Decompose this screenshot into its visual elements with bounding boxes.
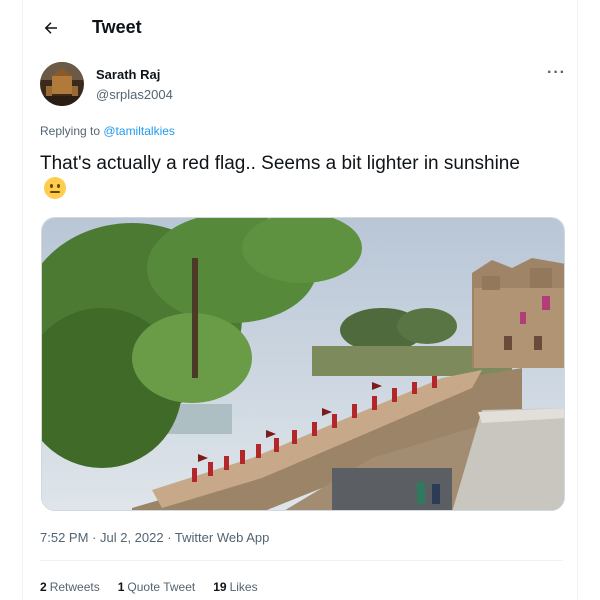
retweets-stat[interactable]: 2 Retweets (40, 580, 100, 594)
tweet-date[interactable]: Jul 2, 2022 (100, 530, 164, 545)
author-handle[interactable]: @srplas2004 (96, 87, 173, 102)
retweets-count: 2 (40, 580, 47, 594)
tweet-page: Tweet Sarath Raj @srplas2004 ··· Replyin… (22, 0, 578, 600)
engagement-stats: 2 Retweets 1 Quote Tweet 19 Likes (40, 580, 258, 594)
author-name[interactable]: Sarath Raj (96, 67, 160, 82)
meta-separator: · (163, 530, 175, 545)
tweet-media-photo[interactable] (41, 217, 565, 511)
replying-to-handle-link[interactable]: @tamiltalkies (103, 124, 175, 138)
likes-stat[interactable]: 19 Likes (213, 580, 257, 594)
retweets-label: Retweets (49, 580, 100, 594)
divider (40, 560, 563, 561)
quote-tweets-label: Quote Tweet (127, 580, 196, 594)
likes-label: Likes (229, 580, 258, 594)
quote-tweets-stat[interactable]: 1 Quote Tweet (118, 580, 196, 594)
tweet-time[interactable]: 7:52 PM (40, 530, 88, 545)
quote-tweets-count: 1 (117, 580, 125, 594)
back-button[interactable] (39, 16, 63, 40)
more-options-button[interactable]: ··· (547, 64, 566, 82)
likes-count: 19 (213, 580, 227, 594)
meta-separator: · (88, 530, 100, 545)
tweet-source-app[interactable]: Twitter Web App (175, 530, 269, 545)
replying-to-label: Replying to (40, 124, 104, 138)
arrow-left-icon (44, 22, 57, 34)
top-bar: Tweet (23, 0, 579, 56)
tweet-meta: 7:52 PM · Jul 2, 2022 · Twitter Web App (40, 530, 269, 545)
more-horizontal-icon: ··· (547, 64, 566, 81)
tweet-body: That's actually a red flag.. Seems a bit… (40, 151, 540, 203)
slightly-frowning-face-icon (44, 177, 66, 199)
replying-to: Replying to @tamiltalkies (40, 124, 175, 138)
tweet-text: That's actually a red flag.. Seems a bit… (40, 153, 520, 174)
page-title: Tweet (92, 17, 142, 37)
avatar[interactable] (40, 62, 84, 106)
